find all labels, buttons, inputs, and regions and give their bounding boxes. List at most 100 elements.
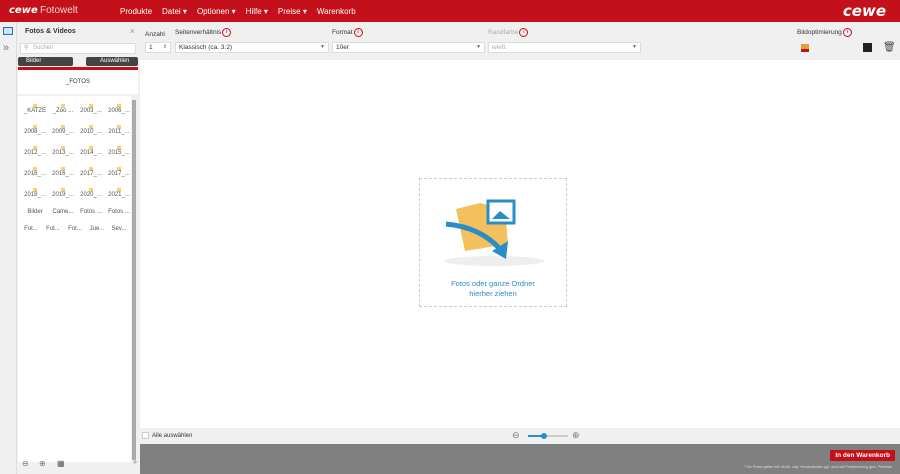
folder-item[interactable]: Fot... [20, 226, 42, 232]
zoom-out-icon[interactable]: ⊖ [22, 459, 29, 468]
folder-item[interactable]: 2021_... [105, 188, 133, 198]
folder-label: 2015_... [108, 150, 130, 156]
folder-label: Fot... [24, 226, 38, 232]
select-all-label[interactable]: Alle auswählen [152, 433, 192, 439]
menu-datei[interactable]: Datei ▾ [162, 7, 187, 16]
folder-item[interactable]: 2012_... [21, 146, 49, 156]
folder-item[interactable]: 2013_... [49, 146, 77, 156]
folder-label: 2018_... [24, 192, 46, 198]
menu-preise[interactable]: Preise ▾ [278, 7, 307, 16]
folder-item[interactable]: _Zoo ... [49, 104, 77, 114]
folder-item[interactable]: Fot... [42, 226, 64, 232]
trash-icon[interactable]: 🗑 [883, 42, 896, 53]
folder-item[interactable]: 2008_... [21, 125, 49, 135]
menu-warenkorb[interactable]: Warenkorb [317, 7, 356, 16]
folder-item[interactable]: Jue... [86, 226, 108, 232]
drop-line-2: hierher ziehen [469, 289, 517, 298]
folder-item[interactable]: 2017_... [77, 167, 105, 177]
grid-view-icon[interactable]: ▦ [57, 459, 65, 468]
drop-zone[interactable]: Fotos oder ganze Ordner hierher ziehen [419, 178, 567, 307]
border-select[interactable]: weiß ▼ [488, 42, 641, 53]
ratio-label-text: Seitenverhältnis [175, 29, 222, 37]
search-icon: ⚲ [24, 45, 29, 51]
folder-label: 2017_... [80, 171, 102, 177]
collapse-icon[interactable]: » [133, 459, 137, 466]
folder-item[interactable]: Fotos ... [105, 209, 133, 215]
info-icon[interactable]: i [519, 28, 529, 37]
folder-item[interactable]: 2006_... [105, 104, 133, 114]
folder-label: _Zoo ... [52, 108, 74, 114]
folder-item[interactable]: 2011_... [105, 125, 133, 135]
folder-item[interactable]: 2018_... [21, 188, 49, 198]
folder-item[interactable]: 2016_... [49, 167, 77, 177]
folder-label: Fot... [46, 226, 60, 232]
folder-item[interactable]: Came... [49, 209, 77, 215]
folder-item[interactable]: 2019_... [49, 188, 77, 198]
current-folder: _FOTOS [18, 70, 138, 94]
folder-item[interactable]: 2017_... [105, 167, 133, 177]
folder-item[interactable]: Fot... [64, 226, 86, 232]
folder-drop-icon [444, 199, 544, 266]
ratio-label: Seitenverhältnis i [175, 28, 232, 37]
expand-icon[interactable]: » [3, 42, 9, 54]
info-icon[interactable]: i [842, 28, 852, 37]
info-icon[interactable]: i [353, 28, 363, 37]
zoom-out-icon[interactable]: ⊖ [512, 430, 520, 441]
bilder-button[interactable]: Bilder [18, 57, 73, 66]
folder-label: 2009_... [52, 129, 74, 135]
ratio-select[interactable]: Klassisch (ca. 3:2) ▼ [175, 42, 329, 53]
panel-title: Fotos & Videos [25, 28, 76, 35]
info-icon[interactable]: i [222, 28, 232, 37]
zoom-slider-handle[interactable] [541, 433, 547, 439]
folder-label: Fot... [68, 226, 82, 232]
menu-hilfe[interactable]: Hilfe ▾ [246, 7, 268, 16]
main-menu: Produkte Datei ▾ Optionen ▾ Hilfe ▾ Prei… [120, 7, 356, 16]
select-button[interactable]: Auswählen [86, 57, 138, 66]
folder-item[interactable]: Fotos ... [77, 209, 105, 215]
zoom-in-icon[interactable]: ⊕ [39, 459, 46, 468]
folder-item[interactable]: Bilder [21, 209, 49, 215]
folder-label: 2003_... [80, 108, 102, 114]
scrollbar[interactable] [132, 100, 136, 460]
folder-item[interactable]: Sev... [108, 226, 130, 232]
bottom-bar: Alle auswählen ⊖ ⊕ [140, 428, 900, 444]
folder-label: Jue... [89, 226, 105, 232]
folder-label: 2021_... [108, 192, 130, 198]
folder-item[interactable]: 2014_... [77, 146, 105, 156]
folder-item[interactable]: 2010_... [77, 125, 105, 135]
zoom-slider[interactable] [528, 433, 568, 439]
cewe-logo: cewe [9, 5, 38, 16]
folder-label: Bilder [27, 209, 43, 215]
format-select[interactable]: 10er ▼ [332, 42, 485, 53]
folder-label: 2020_... [80, 192, 102, 198]
folder-label: 2019_... [52, 192, 74, 198]
photos-icon[interactable] [3, 27, 13, 35]
folder-label: 2016_... [52, 171, 74, 177]
folder-item[interactable]: 2020_... [77, 188, 105, 198]
close-icon[interactable]: × [130, 26, 135, 36]
folder-label: 2006_... [108, 108, 130, 114]
search-input[interactable]: Suchen [20, 43, 136, 54]
zoom-in-icon[interactable]: ⊕ [572, 430, 580, 441]
menu-produkte[interactable]: Produkte [120, 7, 152, 16]
folder-item[interactable]: 2003_... [77, 104, 105, 114]
price-note: * Die Preise gelten inkl. MwSt. zzgl. Ve… [744, 465, 892, 469]
folder-label: 2014_... [80, 150, 102, 156]
footer: In den Warenkorb * Die Preise gelten ink… [140, 444, 900, 474]
optimize-icon[interactable] [801, 44, 809, 52]
folder-grid: _KATZE _Zoo ... 2003_... 2006_... 2008_... 20… [18, 96, 131, 462]
folder-item[interactable]: 2009_... [49, 125, 77, 135]
select-all-checkbox[interactable] [142, 432, 149, 439]
folder-label: Sev... [111, 226, 127, 232]
folder-label: 2008_... [24, 129, 46, 135]
anzahl-stepper[interactable]: 1 ⇕ [145, 42, 171, 53]
folder-item[interactable]: _KATZE [21, 104, 49, 114]
folder-item[interactable]: 2015_... [105, 146, 133, 156]
menu-optionen[interactable]: Optionen ▾ [197, 7, 236, 16]
folder-label: 2013_... [52, 150, 74, 156]
compare-icon[interactable] [863, 43, 872, 52]
folder-label: 2010_... [80, 129, 102, 135]
add-to-cart-button[interactable]: In den Warenkorb [830, 450, 895, 461]
folder-item[interactable]: 2016_... [21, 167, 49, 177]
folder-label: Fotos ... [80, 209, 102, 215]
